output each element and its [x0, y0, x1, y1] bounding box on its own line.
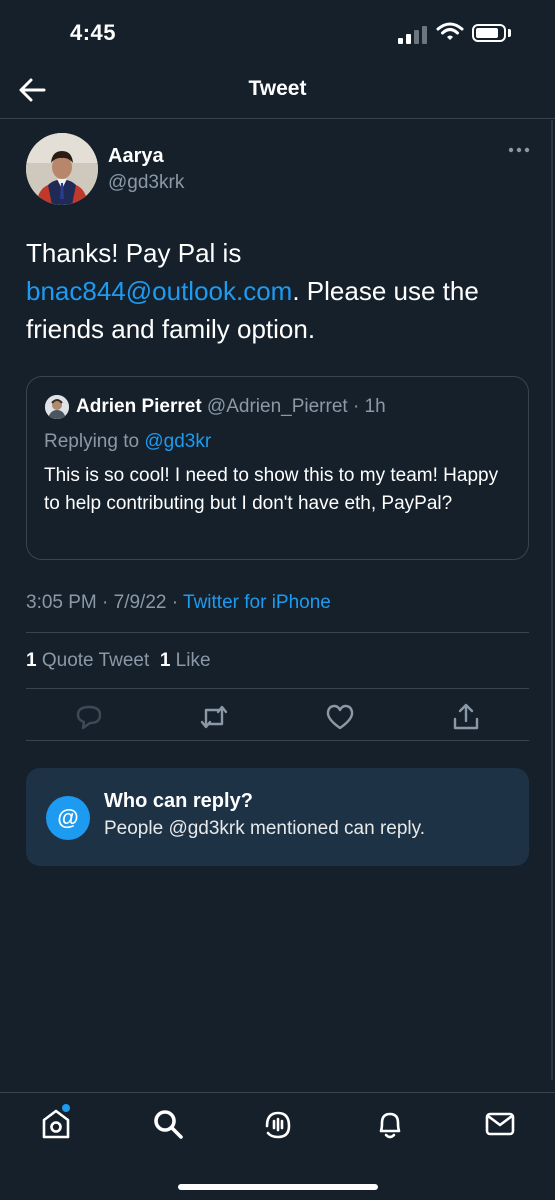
- replying-prefix: Replying to: [44, 431, 145, 452]
- cellular-signal-icon: [398, 24, 428, 44]
- quote-tweets-stat[interactable]: 1 Quote Tweet: [26, 650, 149, 671]
- email-link[interactable]: bnac844@outlook.com: [26, 276, 292, 306]
- spaces-icon[interactable]: [260, 1106, 296, 1142]
- battery-icon: [472, 24, 506, 42]
- quoted-replying-to: Replying to @gd3kr: [44, 431, 211, 453]
- scroll-track: [551, 120, 553, 1080]
- stats-divider: [26, 688, 529, 689]
- home-icon[interactable]: [38, 1106, 74, 1142]
- messages-icon[interactable]: [482, 1106, 518, 1142]
- engagement-stats: 1 Quote Tweet 1 Like: [26, 650, 211, 672]
- status-time: 4:45: [70, 20, 117, 45]
- actions-divider: [26, 740, 529, 741]
- tabbar-divider: [0, 1092, 555, 1093]
- who-can-reply-title: Who can reply?: [104, 790, 253, 812]
- who-can-reply-subtitle: People @gd3krk mentioned can reply.: [104, 818, 426, 839]
- at-sign-icon: @: [46, 796, 90, 840]
- wifi-icon: [436, 22, 464, 40]
- quoted-avatar-image: [45, 395, 69, 419]
- likes-stat[interactable]: 1 Like: [160, 650, 211, 671]
- quoted-text: This is so cool! I need to show this to …: [44, 465, 499, 514]
- share-icon[interactable]: [449, 700, 483, 734]
- retweet-icon[interactable]: [197, 700, 231, 734]
- more-icon[interactable]: [508, 145, 530, 155]
- meta-divider: [26, 632, 529, 633]
- battery-tip: [508, 29, 511, 37]
- page-title: Tweet: [248, 77, 307, 100]
- quote-tweet-count: 1: [26, 650, 37, 671]
- like-count: 1: [159, 650, 171, 671]
- quoted-handle-time: @Adrien_Pierret · 1h: [201, 396, 386, 417]
- who-can-reply-card: [26, 768, 529, 866]
- avatar-image: [26, 133, 98, 205]
- tweet-timestamp: 3:05 PM · 7/9/22 · Twitter for iPhone: [26, 592, 331, 614]
- tweet-text: Thanks! Pay Pal is bnac844@outlook.com. …: [26, 234, 531, 348]
- tweet-text-start: Thanks! Pay Pal is: [26, 238, 242, 268]
- header-divider: [0, 118, 555, 119]
- notification-dot: [62, 1104, 70, 1112]
- search-icon[interactable]: [150, 1106, 186, 1142]
- reply-icon[interactable]: [72, 700, 106, 734]
- replying-handle-link[interactable]: @gd3kr: [144, 431, 211, 452]
- author-handle[interactable]: @gd3krk: [108, 172, 184, 194]
- like-icon[interactable]: [323, 700, 357, 734]
- quoted-author-name: Adrien Pierret: [76, 396, 202, 417]
- quoted-header: Adrien Pierret @Adrien_Pierret · 1h: [76, 396, 386, 418]
- author-name[interactable]: Aarya: [108, 145, 164, 168]
- source-link[interactable]: Twitter for iPhone: [183, 592, 331, 613]
- home-indicator: [178, 1184, 378, 1190]
- like-label: Like: [175, 650, 211, 671]
- quote-tweet-label: Quote Tweet: [41, 650, 150, 671]
- notifications-icon[interactable]: [372, 1106, 408, 1142]
- quoted-avatar: [45, 395, 69, 419]
- timestamp-text: 3:05 PM · 7/9/22 ·: [26, 592, 184, 613]
- avatar[interactable]: [26, 133, 98, 205]
